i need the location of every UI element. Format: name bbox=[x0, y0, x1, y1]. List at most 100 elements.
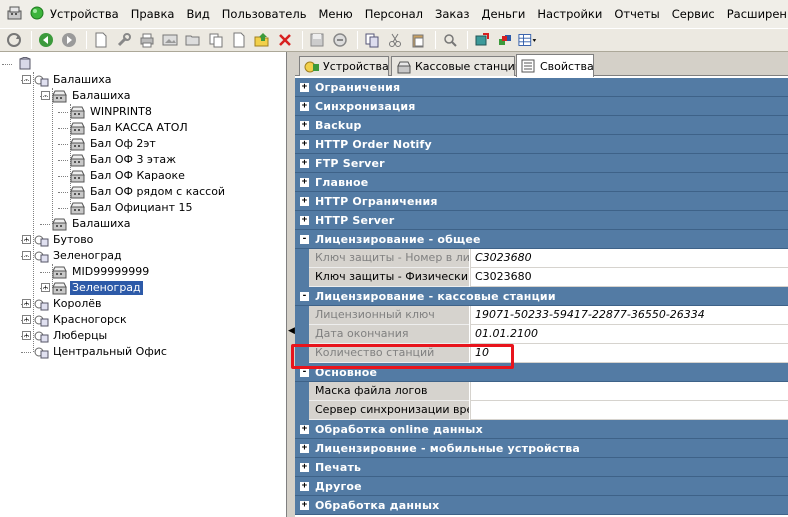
image-icon[interactable] bbox=[160, 30, 180, 50]
collapse-category-icon[interactable]: - bbox=[300, 235, 309, 244]
menu-item-ustroystva[interactable]: Устройства bbox=[44, 0, 125, 28]
menu-item-pravka[interactable]: Правка bbox=[125, 0, 181, 28]
expand-category-icon[interactable]: + bbox=[300, 425, 309, 434]
refresh-icon[interactable] bbox=[4, 30, 24, 50]
expand-category-icon[interactable]: + bbox=[300, 501, 309, 510]
menu-item-personal[interactable]: Персонал bbox=[359, 0, 429, 28]
property-category[interactable]: + Другое bbox=[295, 477, 788, 496]
expand-category-icon[interactable]: + bbox=[300, 102, 309, 111]
tree-node-korolev[interactable]: + Королёв bbox=[22, 296, 104, 312]
save-icon[interactable] bbox=[307, 30, 327, 50]
tree-node-balashikha[interactable]: - Балашиха bbox=[22, 72, 114, 88]
menu-item-rasshireniya[interactable]: Расширения bbox=[721, 0, 788, 28]
property-row[interactable]: Количество станций 10 bbox=[295, 344, 788, 363]
expand-category-icon[interactable]: + bbox=[300, 444, 309, 453]
cancel-icon[interactable] bbox=[330, 30, 350, 50]
tree-root[interactable] bbox=[14, 56, 36, 72]
tree-node-zelenograd[interactable]: - Зеленоград bbox=[22, 248, 124, 264]
tree-node-bal-kassa-atol[interactable]: Бал КАССА АТОЛ bbox=[70, 120, 190, 136]
tree-node-bal-of-karaoke[interactable]: Бал ОФ Караоке bbox=[70, 168, 187, 184]
back-icon[interactable] bbox=[36, 30, 56, 50]
menu-item-servis[interactable]: Сервис bbox=[666, 0, 721, 28]
tree-node-zelenograd-selected[interactable]: + Зеленоград bbox=[41, 280, 143, 296]
menu-item-otchety[interactable]: Отчеты bbox=[608, 0, 665, 28]
property-row[interactable]: Ключ защиты - Физический номерC3023680 bbox=[295, 268, 788, 287]
tree-node-mid99999999[interactable]: MID99999999 bbox=[52, 264, 151, 280]
printer-icon[interactable] bbox=[137, 30, 157, 50]
menu-item-dengi[interactable]: Деньги bbox=[476, 0, 532, 28]
property-row[interactable]: Ключ защиты - Номер в лицензииC3023680 bbox=[295, 249, 788, 268]
tab-svoystva[interactable]: Свойства bbox=[516, 54, 594, 77]
tree-node-balashikha-group[interactable]: - Балашиха bbox=[41, 88, 133, 104]
expand-category-icon[interactable]: + bbox=[300, 140, 309, 149]
tree-node-winprint8[interactable]: WINPRINT8 bbox=[70, 104, 154, 120]
search-icon[interactable] bbox=[440, 30, 460, 50]
connect-icon[interactable] bbox=[472, 30, 492, 50]
tree-node-bal-of-2et[interactable]: Бал Оф 2эт bbox=[70, 136, 158, 152]
tree-node-bal-of-ryadom[interactable]: Бал ОФ рядом с кассой bbox=[70, 184, 227, 200]
tab-ustroystva[interactable]: Устройства bbox=[299, 56, 389, 76]
property-value[interactable]: C3023680 bbox=[470, 268, 788, 287]
tree-node-bal-of-3-etazh[interactable]: Бал ОФ 3 этаж bbox=[70, 152, 178, 168]
property-category[interactable]: + Лицензировние - мобильные устройства bbox=[295, 439, 788, 458]
menu-item-menyu[interactable]: Меню bbox=[312, 0, 358, 28]
property-value[interactable] bbox=[470, 401, 788, 420]
property-category[interactable]: + HTTP Server bbox=[295, 211, 788, 230]
property-category[interactable]: - Лицензирование - общее bbox=[295, 230, 788, 249]
property-category[interactable]: + HTTP Order Notify bbox=[295, 135, 788, 154]
panel-splitter[interactable]: ◀ bbox=[287, 52, 295, 517]
device-tree[interactable]: - Балашиха - Балашиха WINPRINT8 Бал КАССА АТО… bbox=[0, 52, 287, 517]
document-icon[interactable] bbox=[229, 30, 249, 50]
property-category[interactable]: + Синхронизация bbox=[295, 97, 788, 116]
property-row[interactable]: Сервер синхронизации времени bbox=[295, 401, 788, 420]
folder-up-icon[interactable] bbox=[252, 30, 272, 50]
collapse-category-icon[interactable]: - bbox=[300, 292, 309, 301]
menu-item-zakaz[interactable]: Заказ bbox=[429, 0, 476, 28]
property-category[interactable]: + Обработка данных bbox=[295, 496, 788, 515]
menu-item-vid[interactable]: Вид bbox=[180, 0, 215, 28]
cut-icon[interactable] bbox=[385, 30, 405, 50]
property-row[interactable]: Дата окончания 01.01.2100 bbox=[295, 325, 788, 344]
property-category[interactable]: + FTP Server bbox=[295, 154, 788, 173]
property-category[interactable]: + HTTP Ограничения bbox=[295, 192, 788, 211]
delete-icon[interactable] bbox=[275, 30, 295, 50]
grid-view-icon[interactable] bbox=[518, 30, 538, 50]
menu-item-nastroyki[interactable]: Настройки bbox=[531, 0, 608, 28]
expand-category-icon[interactable]: + bbox=[300, 197, 309, 206]
collapse-category-icon[interactable]: - bbox=[300, 368, 309, 377]
property-category[interactable]: + Ограничения bbox=[295, 78, 788, 97]
expand-category-icon[interactable]: + bbox=[300, 463, 309, 472]
paste-icon[interactable] bbox=[408, 30, 428, 50]
property-category[interactable]: - Основное bbox=[295, 363, 788, 382]
expand-category-icon[interactable]: + bbox=[300, 159, 309, 168]
property-value[interactable] bbox=[470, 382, 788, 401]
tree-node-krasnogorsk[interactable]: + Красногорск bbox=[22, 312, 129, 328]
property-category[interactable]: + Главное bbox=[295, 173, 788, 192]
expand-category-icon[interactable]: + bbox=[300, 121, 309, 130]
folder-open-icon[interactable] bbox=[183, 30, 203, 50]
puzzle-icon[interactable] bbox=[495, 30, 515, 50]
new-document-icon[interactable] bbox=[91, 30, 111, 50]
tree-node-butovo[interactable]: + Бутово bbox=[22, 232, 95, 248]
expand-category-icon[interactable]: + bbox=[300, 482, 309, 491]
tab-kassovye-stantsii[interactable]: Кассовые станции bbox=[391, 56, 522, 76]
copy-document-icon[interactable] bbox=[206, 30, 226, 50]
tree-node-bal-ofitsiant-15[interactable]: Бал Официант 15 bbox=[70, 200, 195, 216]
property-category[interactable]: + Обработка online данных bbox=[295, 420, 788, 439]
copy-icon[interactable] bbox=[362, 30, 382, 50]
property-category[interactable]: - Лицензирование - кассовые станции bbox=[295, 287, 788, 306]
tree-node-tsentralny-ofis[interactable]: Центральный Офис bbox=[33, 344, 169, 360]
wrench-icon[interactable] bbox=[114, 30, 134, 50]
property-category[interactable]: + Печать bbox=[295, 458, 788, 477]
tree-node-lyubertsy[interactable]: + Люберцы bbox=[22, 328, 109, 344]
menu-item-polzovatel[interactable]: Пользователь bbox=[216, 0, 313, 28]
expand-category-icon[interactable]: + bbox=[300, 216, 309, 225]
expand-category-icon[interactable]: + bbox=[300, 178, 309, 187]
expand-category-icon[interactable]: + bbox=[300, 83, 309, 92]
property-category[interactable]: + Backup bbox=[295, 116, 788, 135]
forward-icon[interactable] bbox=[59, 30, 79, 50]
property-row[interactable]: Маска файла логов bbox=[295, 382, 788, 401]
property-row[interactable]: Лицензионный ключ 19071-50233-59417-22877… bbox=[295, 306, 788, 325]
collapse-left-icon[interactable]: ◀ bbox=[288, 326, 295, 336]
tree-node-balashikha-2[interactable]: Балашиха bbox=[52, 216, 133, 232]
